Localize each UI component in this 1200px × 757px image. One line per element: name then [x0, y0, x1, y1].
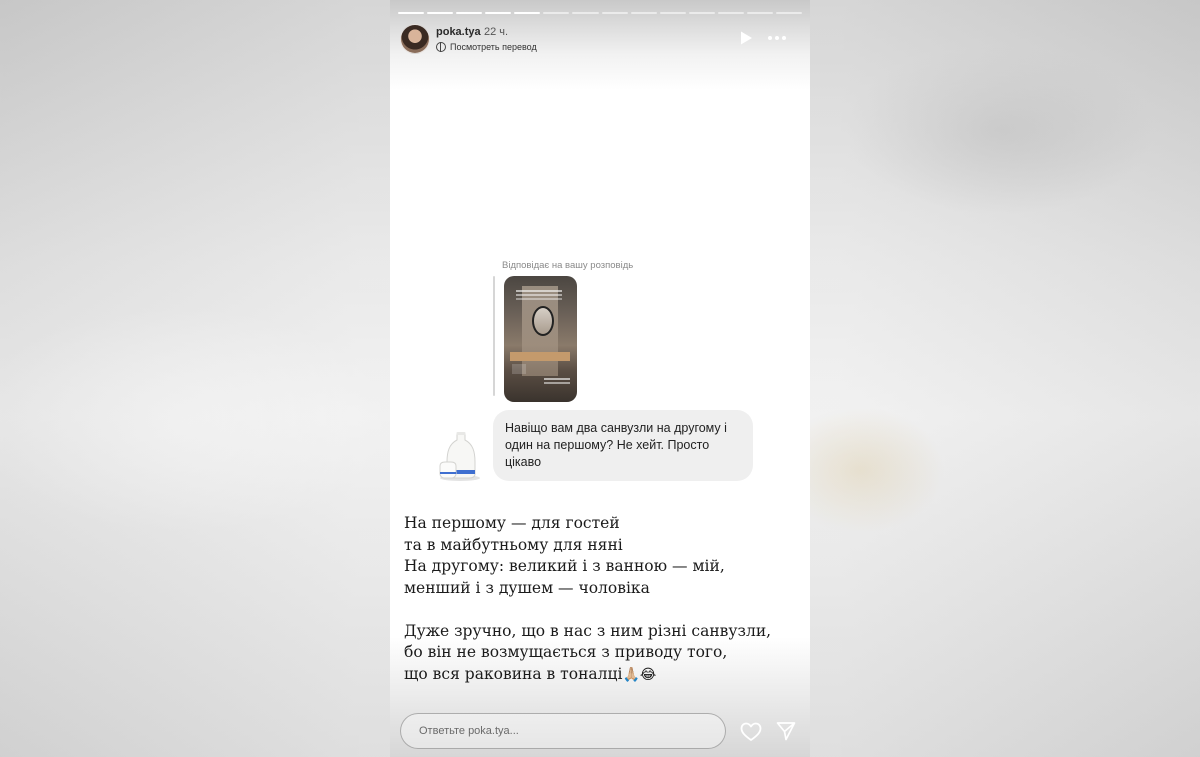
- thumb-caption: [544, 378, 570, 380]
- story-reply-footer: [390, 705, 810, 757]
- progress-segment-fill: [514, 12, 541, 14]
- play-button[interactable]: [738, 30, 754, 46]
- avatar[interactable]: [400, 24, 430, 54]
- send-icon: [776, 722, 796, 741]
- translate-label: Посмотреть перевод: [450, 42, 537, 52]
- answer-emoji: 🙏🏼😂: [622, 666, 657, 683]
- send-button[interactable]: [776, 721, 796, 741]
- thumb-light: [512, 364, 526, 374]
- more-options-button[interactable]: [766, 30, 788, 46]
- progress-segment: [717, 12, 744, 14]
- story-progress-bar: [398, 12, 803, 14]
- sake-sticker: [438, 428, 488, 482]
- progress-segment: [485, 12, 512, 14]
- username[interactable]: poka.tya: [436, 26, 481, 38]
- reply-context-label: Відповідає на вашу розповідь: [502, 260, 634, 271]
- progress-segment: [601, 12, 628, 14]
- progress-segment: [398, 12, 425, 14]
- progress-segment: [514, 12, 541, 14]
- progress-segment-fill: [485, 12, 512, 14]
- thumb-caption: [516, 290, 562, 292]
- reply-quote-bar: [493, 276, 495, 396]
- story-answer-text: На першому — для гостей та в майбутньому…: [404, 513, 804, 686]
- progress-segment: [543, 12, 570, 14]
- translate-link[interactable]: Посмотреть перевод: [436, 42, 537, 52]
- reply-input[interactable]: [400, 713, 726, 749]
- sake-bottle-icon: [439, 432, 480, 481]
- thumb-mirror: [532, 306, 554, 336]
- progress-segment: [630, 12, 657, 14]
- thumb-counter: [510, 352, 570, 361]
- message-bubble: Навіщо вам два санвузли на другому і оди…: [493, 410, 753, 481]
- translate-icon: [436, 42, 446, 52]
- progress-segment: [746, 12, 774, 14]
- like-button[interactable]: [740, 722, 762, 742]
- play-icon: [741, 31, 752, 45]
- progress-segment: [572, 12, 599, 14]
- story-header: poka.tya 22 ч. Посмотреть перевод: [400, 24, 800, 56]
- progress-segment: [427, 12, 454, 14]
- replied-story-thumbnail[interactable]: [504, 276, 577, 402]
- story-viewer[interactable]: poka.tya 22 ч. Посмотреть перевод Відпов…: [390, 0, 810, 757]
- story-time: 22 ч.: [484, 26, 509, 38]
- progress-segment: [659, 12, 686, 14]
- progress-segment-fill: [427, 12, 454, 14]
- more-icon: [768, 36, 786, 40]
- answer-body: На першому — для гостей та в майбутньому…: [404, 514, 772, 683]
- heart-icon: [740, 722, 762, 741]
- progress-segment-fill: [456, 12, 483, 14]
- progress-segment: [688, 12, 715, 14]
- progress-segment: [776, 12, 803, 14]
- progress-segment-fill: [398, 12, 425, 14]
- progress-segment: [456, 12, 483, 14]
